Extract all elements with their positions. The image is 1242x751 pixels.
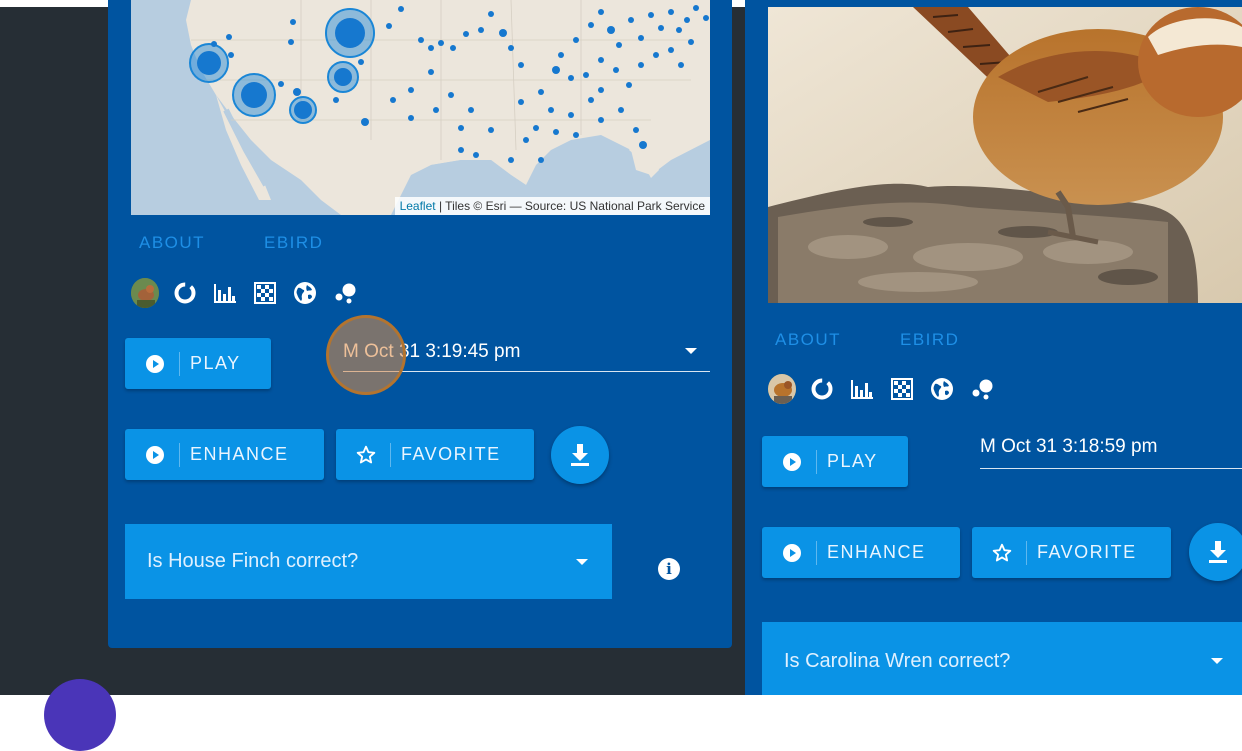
play-button[interactable]: PLAY [125, 338, 271, 389]
button-divider [179, 351, 180, 376]
button-divider [179, 442, 180, 467]
dropdown-caret-icon [1211, 658, 1223, 664]
globe-icon[interactable] [928, 375, 956, 403]
identification-question-select[interactable]: Is House Finch correct? [125, 524, 612, 599]
map-attribution: Leaflet | Tiles © Esri — Source: US Nati… [394, 197, 710, 215]
map-tiles [131, 0, 710, 215]
bar-chart-icon[interactable] [211, 279, 239, 307]
button-divider [1026, 540, 1027, 565]
attribution-text: | Tiles © Esri — Source: US National Par… [435, 199, 705, 213]
play-circle-icon [782, 543, 802, 563]
download-button[interactable] [551, 426, 609, 484]
scatter-icon[interactable] [968, 375, 996, 403]
download-icon [571, 444, 589, 466]
leaflet-link[interactable]: Leaflet [400, 199, 436, 213]
favorite-label: FAVORITE [1037, 542, 1137, 562]
enhance-label: ENHANCE [190, 444, 289, 464]
donut-chart-icon[interactable] [171, 279, 199, 307]
info-icon[interactable]: i [658, 558, 680, 580]
tool-icon-row [768, 374, 1008, 404]
star-outline-icon [356, 445, 376, 465]
download-icon [1209, 541, 1227, 563]
play-label: PLAY [190, 353, 241, 373]
button-divider [816, 449, 817, 474]
bird-photo [768, 7, 1242, 303]
date-value: M Oct 31 3:18:59 pm [980, 436, 1158, 457]
donut-chart-icon[interactable] [808, 375, 836, 403]
bird-avatar[interactable] [768, 374, 796, 404]
bird-avatar[interactable] [131, 278, 159, 308]
observation-map[interactable]: Leaflet | Tiles © Esri — Source: US Nati… [131, 0, 710, 215]
favorite-button[interactable]: FAVORITE [972, 527, 1171, 578]
click-cursor-indicator [326, 315, 406, 395]
enhance-label: ENHANCE [827, 542, 926, 562]
tab-ebird[interactable]: EBIRD [264, 233, 323, 253]
dropdown-caret-icon [576, 559, 588, 565]
dropdown-caret-icon [685, 348, 697, 354]
favorite-button[interactable]: FAVORITE [336, 429, 534, 480]
scatter-icon[interactable] [331, 279, 359, 307]
play-circle-icon [145, 354, 165, 374]
button-divider [816, 540, 817, 565]
enhance-button[interactable]: ENHANCE [762, 527, 960, 578]
bird-thumbnail [768, 374, 796, 404]
button-divider [390, 442, 391, 467]
question-text: Is Carolina Wren correct? [784, 650, 1011, 672]
floating-avatar[interactable] [44, 679, 116, 751]
play-circle-icon [145, 445, 165, 465]
play-button[interactable]: PLAY [762, 436, 908, 487]
recording-date-select[interactable]: M Oct 31 3:18:59 pm [980, 436, 1242, 469]
globe-icon[interactable] [291, 279, 319, 307]
favorite-label: FAVORITE [401, 444, 501, 464]
play-circle-icon [782, 452, 802, 472]
play-label: PLAY [827, 451, 878, 471]
identification-question-select[interactable]: Is Carolina Wren correct? [762, 622, 1242, 695]
tab-ebird[interactable]: EBIRD [900, 330, 959, 350]
question-text: Is House Finch correct? [147, 550, 359, 572]
enhance-button[interactable]: ENHANCE [125, 429, 324, 480]
checkerboard-icon[interactable] [888, 375, 916, 403]
star-outline-icon [992, 543, 1012, 563]
download-button[interactable] [1189, 523, 1242, 581]
bird-thumbnail [131, 278, 159, 308]
bar-chart-icon[interactable] [848, 375, 876, 403]
tab-about[interactable]: ABOUT [775, 330, 841, 350]
checkerboard-icon[interactable] [251, 279, 279, 307]
tab-about[interactable]: ABOUT [139, 233, 205, 253]
tool-icon-row [131, 278, 371, 308]
